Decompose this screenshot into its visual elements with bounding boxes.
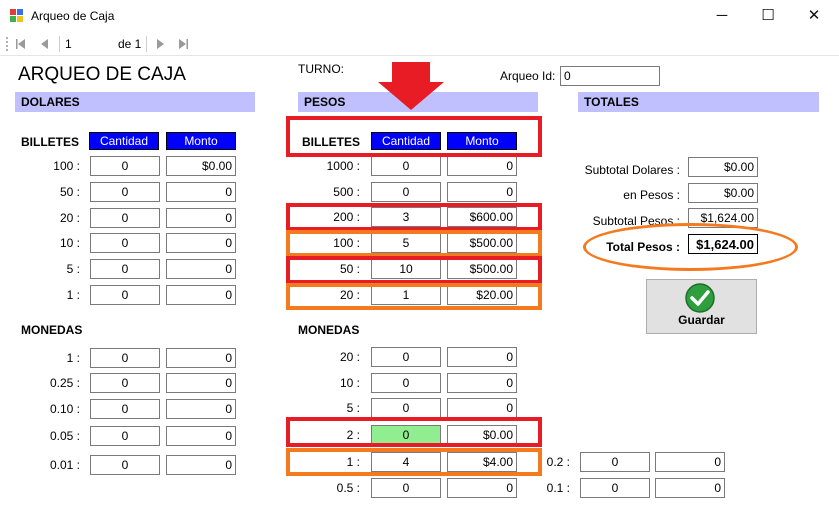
dolares-moneda-cantidad-input[interactable] [90,348,160,368]
pesos-moneda-monto-field[interactable] [447,373,517,393]
dolares-billete-cantidad-input[interactable] [90,259,160,279]
highlight-box-20 [286,283,542,310]
totales-section-header: TOTALES [578,92,819,112]
dolares-moneda-monto-field[interactable] [166,348,236,368]
highlight-box-200 [286,203,542,231]
total-pesos-label: Total Pesos : [606,240,680,254]
highlight-box-50 [286,256,542,284]
dolares-billete-cantidad-input[interactable] [90,208,160,228]
dolares-moneda-label: 0.05 : [49,429,80,443]
pesos-moneda-label: 10 : [339,376,360,390]
pesos-moneda-monto-field[interactable] [447,398,517,418]
toolbar-grip [6,37,8,51]
pesos-moneda-label: 20 : [339,350,360,364]
dolares-monedas-label: MONEDAS [21,323,83,337]
pesos-moneda-label: 0.5 : [336,481,360,495]
count-label: de 1 [118,37,142,51]
dolares-section-header: DOLARES [15,92,255,112]
app-icon [10,9,24,23]
dolares-moneda-label: 0.25 : [49,376,80,390]
subtotal-dolares-field[interactable] [688,157,758,177]
dolares-moneda-monto-field[interactable] [166,455,236,475]
dolares-billete-monto-field[interactable] [166,259,236,279]
dolares-moneda-cantidad-input[interactable] [90,426,160,446]
pesos-moneda-extra-cantidad-input[interactable] [580,452,650,472]
highlight-box-100 [286,230,542,257]
dolares-moneda-label: 0.10 : [49,402,80,416]
move-previous-icon[interactable] [38,36,52,52]
pesos-monedas-label: MONEDAS [298,323,360,337]
pesos-moneda-extra-monto-field[interactable] [655,452,725,472]
pesos-billete-monto-field[interactable] [447,156,517,176]
highlight-box-moneda-1 [286,448,542,476]
pesos-billete-monto-field[interactable] [447,182,517,202]
dolares-billete-label: 5 : [66,262,80,276]
arqueo-id-label: Arqueo Id: [500,69,556,83]
window-title: Arqueo de Caja [31,9,115,23]
dolares-billete-cantidad-input[interactable] [90,233,160,253]
highlight-box-billetes-header [286,116,542,157]
check-icon [685,283,715,313]
pesos-moneda-cantidad-input[interactable] [371,478,441,498]
dolares-cantidad-header: Cantidad [89,132,159,150]
pesos-moneda-monto-field[interactable] [447,347,517,367]
dolares-billete-monto-field[interactable] [166,182,236,202]
pesos-moneda-monto-field[interactable] [447,478,517,498]
toolbar-separator [59,36,60,52]
dolares-billete-monto-field[interactable] [166,233,236,253]
pesos-moneda-label: 5 : [346,401,360,415]
pesos-billete-cantidad-input[interactable] [371,156,441,176]
arqueo-id-input[interactable] [560,66,660,86]
move-next-icon[interactable] [153,36,167,52]
dolares-billete-label: 50 : [59,185,80,199]
total-pesos-field[interactable] [688,234,758,254]
dolares-billete-label: 1 : [66,288,80,302]
dolares-billete-cantidad-input[interactable] [90,182,160,202]
dolares-billete-cantidad-input[interactable] [90,285,160,305]
turno-label: TURNO: [298,62,344,76]
toolbar-separator [146,36,147,52]
pesos-billete-cantidad-input[interactable] [371,182,441,202]
dolares-moneda-cantidad-input[interactable] [90,455,160,475]
dolares-monto-header: Monto [166,132,236,150]
minimize-button[interactable]: ─ [699,0,745,32]
dolares-billete-label: 10 : [59,236,80,250]
maximize-button[interactable]: ☐ [745,0,791,32]
dolares-billete-monto-field[interactable] [166,208,236,228]
pesos-moneda-cantidad-input[interactable] [371,373,441,393]
dolares-moneda-label: 1 : [66,351,80,365]
pesos-moneda-cantidad-input[interactable] [371,398,441,418]
subtotal-dolares-label: Subtotal Dolares : [584,163,680,177]
pesos-moneda-extra-monto-field[interactable] [655,478,725,498]
pesos-moneda-extra-label: 0.1 : [546,481,570,495]
pesos-billete-label: 1000 : [326,159,360,173]
pesos-moneda-cantidad-input[interactable] [371,347,441,367]
move-last-icon[interactable] [176,36,190,52]
pesos-moneda-extra-cantidad-input[interactable] [580,478,650,498]
dolares-moneda-monto-field[interactable] [166,399,236,419]
dolares-moneda-monto-field[interactable] [166,426,236,446]
pesos-billete-label: 500 : [333,185,360,199]
dolares-billete-label: 20 : [59,211,80,225]
dolares-billetes-label: BILLETES [21,135,80,149]
down-arrow-icon [378,62,444,110]
close-button[interactable]: ✕ [791,0,837,32]
dolares-moneda-label: 0.01 : [49,458,80,472]
dolares-moneda-cantidad-input[interactable] [90,399,160,419]
dolares-billete-monto-field[interactable] [166,156,236,176]
move-first-icon[interactable] [14,36,28,52]
dolares-moneda-cantidad-input[interactable] [90,373,160,393]
highlight-box-moneda-2 [286,417,542,447]
en-pesos-field[interactable] [688,183,758,203]
dolares-billete-label: 100 : [53,159,80,173]
dolares-billete-monto-field[interactable] [166,285,236,305]
dolares-moneda-monto-field[interactable] [166,373,236,393]
dolares-billete-cantidad-input[interactable] [90,156,160,176]
page-title: ARQUEO DE CAJA [18,64,186,85]
position-input[interactable] [63,35,111,53]
en-pesos-label: en Pesos : [623,188,680,202]
